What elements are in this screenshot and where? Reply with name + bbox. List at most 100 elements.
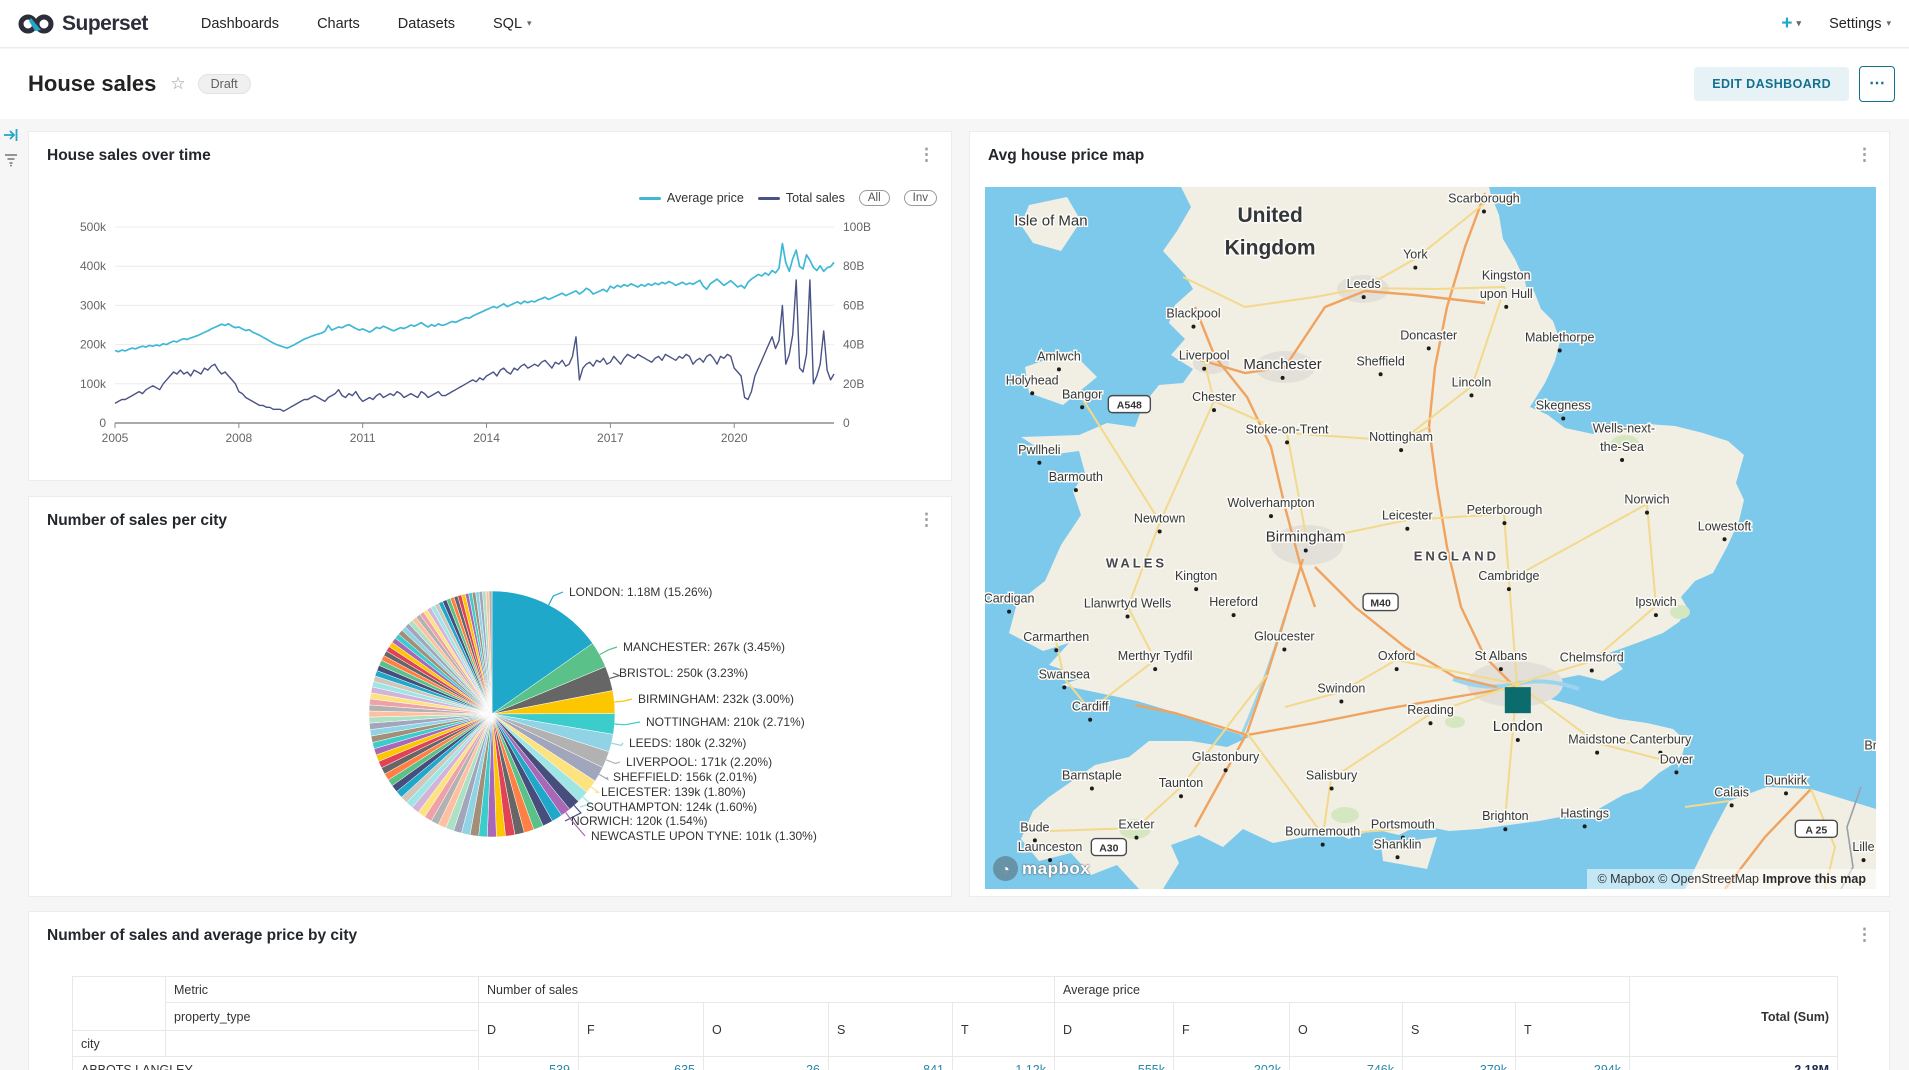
map-city-dot — [1427, 346, 1431, 350]
map-label-merthyr-tydfil: Merthyr Tydfil — [1118, 649, 1193, 663]
map-label-london: London — [1493, 718, 1543, 735]
map-label-york: York — [1403, 248, 1428, 262]
pivot-group-average-price: Average price — [1055, 977, 1630, 1003]
map-city-dot — [1202, 367, 1206, 371]
chart-legend: Average price Total sales All Inv — [639, 190, 937, 206]
legend-all-button[interactable]: All — [859, 190, 890, 206]
map-city-dot — [1595, 751, 1599, 755]
map-label-brighton: Brighton — [1482, 809, 1529, 823]
new-item-button[interactable]: + ▾ — [1781, 13, 1801, 35]
osm-attribution-link[interactable]: © OpenStreetMap — [1658, 872, 1759, 886]
map-city-dot — [1158, 530, 1162, 534]
map-city-dot — [1399, 448, 1403, 452]
legend-item-total-sales[interactable]: Total sales — [758, 191, 845, 205]
chevron-down-icon: ▾ — [1797, 18, 1802, 29]
road-badge-label: M40 — [1370, 598, 1391, 610]
map-label-sheffield: Sheffield — [1356, 354, 1404, 368]
pivot-col-D: D — [1055, 1003, 1174, 1057]
dashboard-more-button[interactable]: ⋯ — [1859, 66, 1895, 102]
map-label-reading: Reading — [1407, 703, 1454, 717]
pie-chart-canvas[interactable]: LONDON: 1.18M (15.26%)MANCHESTER: 267k (… — [29, 542, 951, 894]
settings-menu[interactable]: Settings ▾ — [1829, 16, 1891, 32]
mapbox-attribution-link[interactable]: © Mapbox — [1597, 872, 1654, 886]
expand-filters-icon[interactable] — [3, 127, 19, 143]
london-price-marker[interactable] — [1505, 687, 1531, 713]
x-axis-label: 2008 — [225, 431, 252, 445]
map-city-dot — [1558, 348, 1562, 352]
map-label-oxford: Oxford — [1378, 649, 1416, 663]
map-city-dot — [1395, 667, 1399, 671]
chart-menu-kebab-icon[interactable]: ⋮ — [1850, 924, 1879, 945]
map-city-dot — [1379, 372, 1383, 376]
map-city-dot — [1499, 667, 1503, 671]
map-city-dot — [1057, 367, 1061, 371]
road-badge-label: A548 — [1117, 400, 1142, 412]
map-city-dot — [1674, 770, 1678, 774]
pie-label-leader — [615, 722, 640, 725]
pivot-value-cell: 555k — [1055, 1057, 1174, 1070]
chart-menu-kebab-icon[interactable]: ⋮ — [912, 509, 941, 530]
map-city-dot — [1126, 614, 1130, 618]
map-city-dot — [1590, 669, 1594, 673]
map-city-dot — [1330, 786, 1334, 790]
map-label-exeter: Exeter — [1118, 818, 1154, 832]
map-label-llanwrtyd-wells: Llanwrtyd Wells — [1084, 596, 1171, 610]
map-label-upon-hull: upon Hull — [1480, 287, 1533, 301]
map-label-mablethorpe: Mablethorpe — [1525, 330, 1595, 344]
map-label-birmingham: Birmingham — [1266, 529, 1346, 546]
y-axis-left-tick: 200k — [80, 338, 107, 352]
map-city-dot — [1645, 511, 1649, 515]
chart-menu-kebab-icon[interactable]: ⋮ — [1850, 144, 1879, 165]
map-city-dot — [1503, 827, 1507, 831]
pie-label-leader — [612, 743, 624, 746]
pivot-row-header: ABBOTS LANGLEY — [73, 1057, 479, 1070]
pivot-value-cell: 379k — [1403, 1057, 1516, 1070]
map-label-wells-next-: Wells-next- — [1593, 422, 1655, 436]
map-label-swindon: Swindon — [1317, 681, 1365, 695]
map-label-ipswich: Ipswich — [1635, 595, 1677, 609]
map-city-dot — [1030, 391, 1034, 395]
mapbox-telescope-icon: ◔ — [993, 856, 1018, 881]
pie-slice-label: LIVERPOOL: 171k (2.20%) — [626, 755, 772, 769]
map-label-chelmsford: Chelmsford — [1560, 651, 1624, 665]
chart-menu-kebab-icon[interactable]: ⋮ — [912, 144, 941, 165]
edit-dashboard-button[interactable]: EDIT DASHBOARD — [1694, 67, 1849, 101]
filter-funnel-icon[interactable] — [3, 151, 19, 167]
map-city-dot — [1224, 768, 1228, 772]
map-city-dot — [1304, 549, 1308, 553]
uk-map: UnitedKingdomIsle of ManENGLANDWALESScar… — [985, 187, 1876, 889]
map-city-dot — [1080, 405, 1084, 409]
map-label-peterborough: Peterborough — [1467, 503, 1543, 517]
legend-swatch — [758, 197, 780, 200]
chart-card-avg-price-map: Avg house price map ⋮ — [969, 131, 1890, 897]
map-label-hereford: Hereford — [1209, 595, 1258, 609]
superset-logo[interactable]: Superset — [18, 12, 148, 36]
chart-card-pivot-table: Number of sales and average price by cit… — [28, 911, 1890, 1070]
nav-item-dashboards[interactable]: Dashboards — [182, 16, 298, 32]
map-label-cardiff: Cardiff — [1072, 700, 1109, 714]
pivot-col-F: F — [1174, 1003, 1290, 1057]
legend-inverse-button[interactable]: Inv — [904, 190, 937, 206]
chevron-down-icon: ▾ — [527, 18, 532, 29]
map-city-dot — [1179, 794, 1183, 798]
pie-slice-label: SOUTHAMPTON: 124k (1.60%) — [586, 800, 757, 814]
nav-item-sql[interactable]: SQL ▾ — [474, 16, 551, 32]
nav-item-charts[interactable]: Charts — [298, 16, 379, 32]
map-city-dot — [1405, 527, 1409, 531]
legend-item-average-price[interactable]: Average price — [639, 191, 744, 205]
pivot-value-cell: 841 — [829, 1057, 953, 1070]
nav-item-datasets[interactable]: Datasets — [379, 16, 474, 32]
line-chart-canvas[interactable]: 500k100B400k80B300k60B200k40B100k20B0020… — [37, 209, 942, 469]
mapbox-logo[interactable]: ◔ mapbox — [993, 856, 1090, 881]
map-label-portsmouth: Portsmouth — [1371, 818, 1435, 832]
pivot-value-cell: 26 — [704, 1057, 829, 1070]
improve-map-link[interactable]: Improve this map — [1763, 872, 1867, 886]
pie-label-leader — [599, 774, 608, 779]
map-canvas[interactable]: UnitedKingdomIsle of ManENGLANDWALESScar… — [985, 187, 1876, 889]
status-badge: Draft — [198, 74, 251, 94]
favorite-star-icon[interactable]: ☆ — [170, 74, 185, 94]
map-label-lowestoft: Lowestoft — [1698, 519, 1752, 533]
dashboard-header: House sales ☆ Draft EDIT DASHBOARD ⋯ — [0, 49, 1909, 119]
road-badge-label: A 25 — [1805, 824, 1827, 836]
map-city-dot — [1396, 855, 1400, 859]
